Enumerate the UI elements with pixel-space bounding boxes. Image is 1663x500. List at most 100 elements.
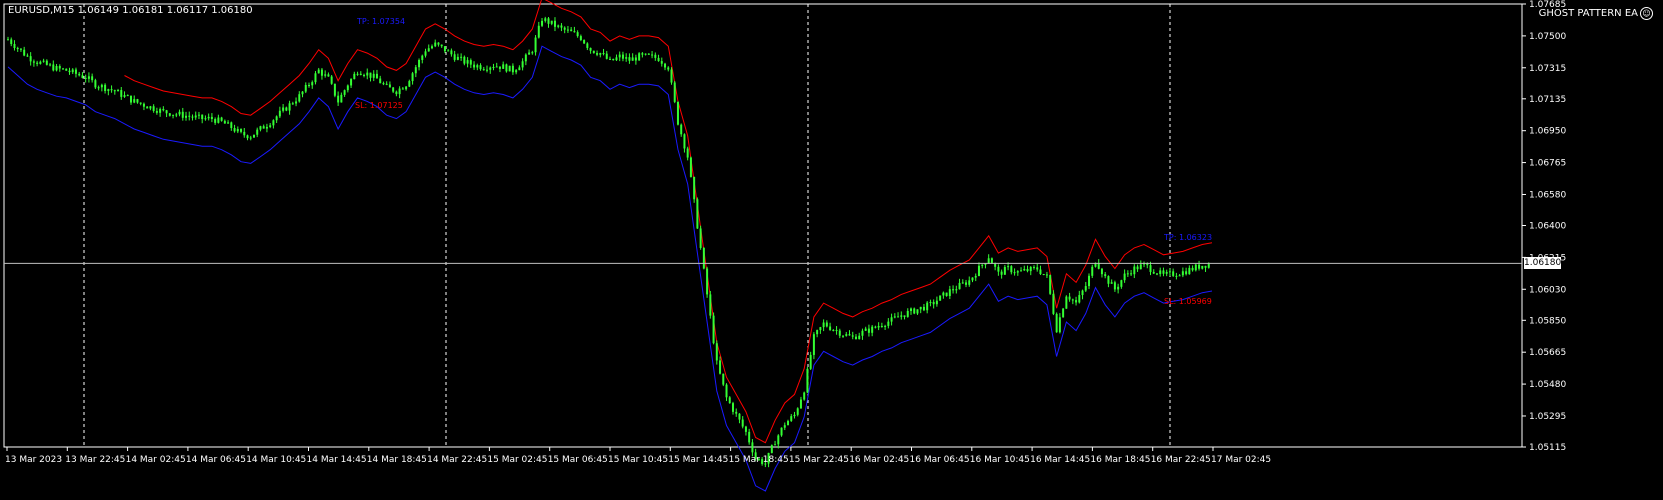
candle-body	[719, 360, 722, 374]
candle-body	[644, 53, 647, 55]
candle-body	[796, 408, 799, 415]
candle-body	[49, 64, 52, 66]
candle-body	[835, 329, 838, 331]
candle-body	[631, 57, 634, 61]
candle-body	[1165, 271, 1168, 274]
candle-body	[990, 258, 993, 264]
plot-frame	[3, 3, 1523, 448]
x-tick-label: 16 Mar 02:45	[849, 455, 909, 465]
candle-body	[1032, 266, 1035, 268]
candle-body	[278, 110, 281, 117]
candle-body	[149, 106, 152, 109]
y-tick-label: 1.06950	[1529, 127, 1566, 137]
candle-body	[91, 76, 94, 81]
candle-body	[259, 126, 262, 130]
candle-body	[641, 53, 644, 55]
candle-body	[443, 46, 446, 52]
candle-body	[518, 67, 521, 71]
candle-body	[670, 69, 673, 83]
candle-body	[854, 336, 857, 340]
candle-body	[1010, 266, 1013, 273]
candle-body	[693, 176, 696, 200]
candle-body	[10, 39, 13, 44]
candle-body	[541, 20, 544, 26]
x-tick-label: 16 Mar 14:45	[1030, 455, 1090, 465]
candle-body	[913, 308, 916, 314]
sl-annotation-1: SL: 1.07125	[355, 101, 403, 110]
candle-body	[398, 88, 401, 95]
candle-body	[1130, 273, 1133, 275]
candle-body	[935, 300, 938, 305]
candle-body	[825, 322, 828, 327]
candle-body	[269, 125, 272, 127]
candle-body	[615, 57, 618, 61]
candle-body	[440, 44, 443, 47]
ea-name-label: GHOST PATTERN EA	[1538, 8, 1638, 19]
candle-body	[363, 74, 366, 76]
candle-body	[829, 326, 832, 330]
candle-body	[812, 334, 815, 355]
candle-body	[411, 73, 414, 82]
candle-body	[715, 343, 718, 361]
candle-body	[288, 103, 291, 111]
candle-body	[910, 308, 912, 311]
candle-body	[952, 289, 955, 291]
candle-body	[1088, 275, 1091, 287]
candle-body	[965, 282, 968, 285]
candle-body	[159, 108, 162, 113]
candle-body	[139, 102, 142, 104]
candle-body	[887, 321, 890, 326]
candle-body	[62, 68, 65, 70]
candle-body	[974, 275, 977, 278]
candle-body	[162, 108, 165, 111]
candle-body	[625, 57, 628, 59]
candle-body	[816, 330, 819, 335]
candle-body	[1020, 270, 1023, 272]
candle-body	[838, 330, 841, 336]
candle-body	[126, 95, 129, 97]
candle-body	[1194, 264, 1197, 271]
candle-body	[1123, 273, 1126, 281]
y-tick-label: 1.07135	[1529, 95, 1566, 105]
candle-body	[819, 327, 822, 331]
candle-body	[579, 36, 582, 41]
candle-body	[1185, 271, 1188, 275]
candle-body	[731, 403, 734, 412]
candle-body	[175, 114, 178, 116]
x-tick-label: 15 Mar 14:45	[668, 455, 728, 465]
candle-body	[511, 65, 514, 73]
candle-body	[104, 84, 107, 92]
candle-body	[725, 384, 728, 398]
candle-body	[576, 32, 579, 37]
candle-body	[304, 84, 307, 92]
candle-body	[1155, 273, 1158, 275]
candle-body	[23, 49, 26, 56]
candle-body	[13, 43, 16, 48]
x-tick-label: 16 Mar 18:45	[1090, 455, 1150, 465]
candle-body	[372, 73, 375, 78]
candle-body	[689, 157, 692, 177]
candle-body	[330, 76, 333, 84]
candle-body	[324, 74, 327, 76]
x-tick-label: 15 Mar 02:45	[487, 455, 547, 465]
candle-body	[583, 40, 586, 44]
candle-body	[609, 58, 611, 60]
candle-body	[1126, 273, 1129, 275]
candle-body	[479, 65, 482, 70]
candle-body	[867, 328, 870, 333]
candle-body	[919, 306, 922, 310]
candle-body	[780, 427, 783, 436]
candle-body	[524, 54, 527, 62]
x-tick-label: 13 Mar 22:45	[65, 455, 125, 465]
candle-body	[515, 70, 518, 73]
candle-body	[233, 128, 236, 132]
candle-body	[52, 64, 55, 71]
price-chart[interactable]: 1.076851.075001.073151.071351.069501.067…	[0, 0, 1663, 500]
candle-body	[97, 87, 100, 89]
candle-body	[958, 282, 961, 290]
candle-body	[942, 292, 945, 296]
candle-body	[447, 50, 450, 52]
x-tick-label: 15 Mar 22:45	[789, 455, 849, 465]
candle-body	[252, 134, 255, 138]
candle-body	[87, 76, 90, 79]
